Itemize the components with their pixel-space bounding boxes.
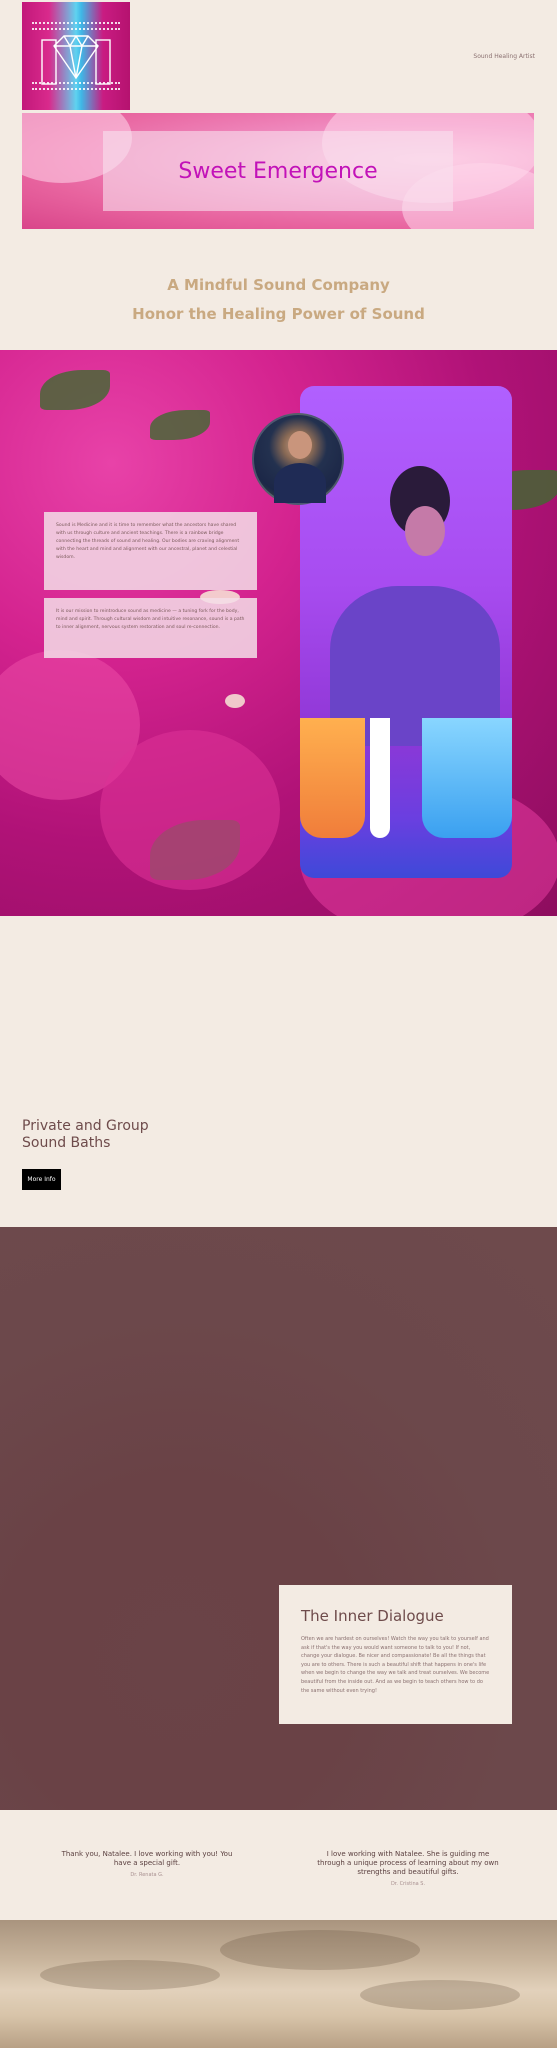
about-text-medicine: Sound is Medicine and it is time to reme… [56,523,240,560]
dialogue-title: The Inner Dialogue [301,1607,444,1625]
crystal-bowl-white [370,718,390,838]
testimonial-item: Thank you, Natalee. I love working with … [52,1850,242,1880]
site-tagline: Sound Healing Artist [473,53,535,60]
testimonial-quote: I love working with Natalee. She is guid… [317,1850,499,1876]
about-text-mission: It is our mission to reintroduce sound a… [56,609,245,630]
leaf-shape [40,370,110,410]
sound-baths-title-line2: Sound Baths [22,1135,111,1151]
testimonial-author: Dr. Renata G. [130,1872,164,1878]
logo[interactable] [22,2,130,110]
bloom-shape [100,730,280,890]
ripple-shape [360,1980,520,2010]
dialogue-card: The Inner Dialogue Often we are hardest … [279,1585,512,1724]
more-info-button[interactable]: More Info [22,1169,61,1190]
banner-title-box: Sweet Emergence [103,131,453,211]
crystal-bowl-orange [300,718,365,838]
small-flower [225,694,245,708]
testimonial-author: Dr. Cristina S. [390,1881,426,1887]
logo-stripe [32,88,120,90]
ripple-shape [220,1930,420,1970]
crystal-bowl-blue [422,718,512,838]
headline-company: A Mindful Sound Company [167,276,390,294]
portrait-face [288,431,312,459]
ripple-shape [40,1960,220,1990]
sound-baths-title-line1: Private and Group [22,1118,149,1134]
testimonial-item: I love working with Natalee. She is guid… [313,1850,503,1889]
leaf-shape [150,410,210,440]
diamond-icon [41,35,111,85]
portrait-photo [252,413,344,505]
banner-title: Sweet Emergence [178,158,378,184]
water-image [0,1920,557,2048]
hero-banner: Sweet Emergence [22,113,534,229]
about-card-mission: It is our mission to reintroduce sound a… [44,598,257,658]
about-card-medicine: Sound is Medicine and it is time to reme… [44,512,257,590]
testimonial-quote: Thank you, Natalee. I love working with … [61,1850,233,1867]
headline-honor: Honor the Healing Power of Sound [132,305,425,323]
logo-stripe [32,82,120,84]
portrait-body [274,463,326,503]
dialogue-text: Often we are hardest on ourselves! Watch… [301,1636,490,1694]
sound-baths-title: Private and Group Sound Baths [22,1118,149,1152]
face-shape [405,506,445,556]
